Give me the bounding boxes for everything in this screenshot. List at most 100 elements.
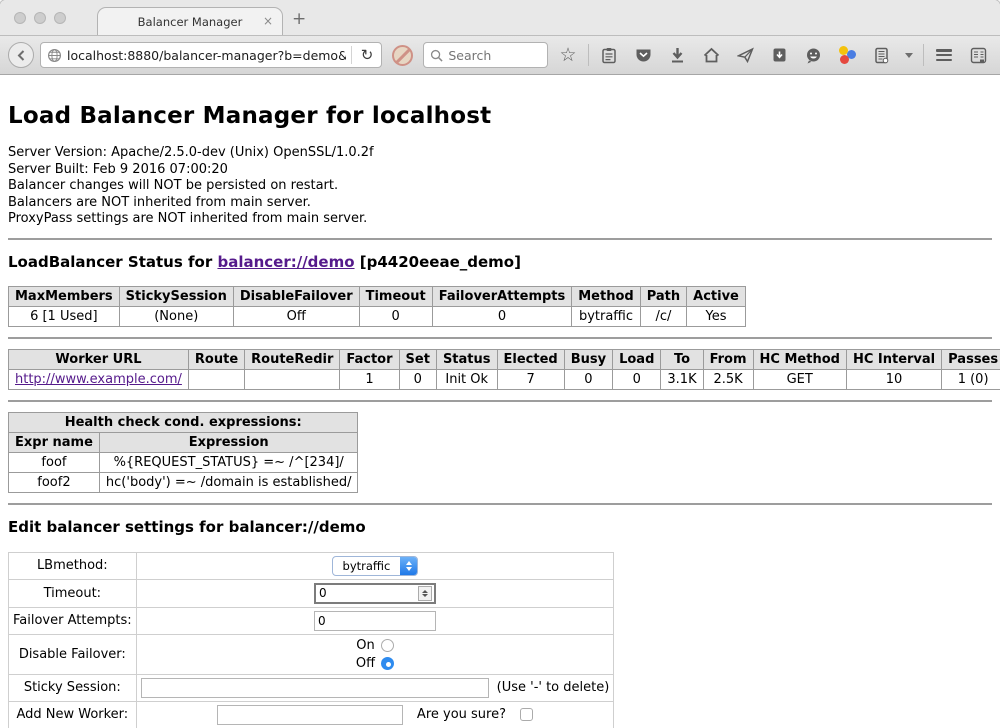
number-spinner-icon[interactable] bbox=[418, 586, 432, 601]
header-cell: MaxMembers bbox=[9, 286, 120, 306]
balancer-status-heading: LoadBalancer Status for balancer://demo … bbox=[8, 253, 992, 271]
value-cell: 1 (0) bbox=[942, 369, 1000, 389]
pocket-icon[interactable] bbox=[629, 41, 657, 69]
sticky-session-note: (Use '-' to delete) bbox=[497, 680, 610, 695]
tab-close-icon[interactable]: × bbox=[263, 14, 273, 28]
header-cell: Worker URL bbox=[9, 349, 189, 369]
lbmethod-selected-value: bytraffic bbox=[333, 557, 401, 575]
navigation-toolbar: localhost:8880/balancer-manager?b=demo&n… bbox=[0, 35, 1000, 75]
send-icon[interactable] bbox=[731, 41, 759, 69]
header-cell: FailoverAttempts bbox=[432, 286, 572, 306]
edit-balancer-form: LBmethod: bytraffic Timeout: 0 bbox=[8, 552, 614, 728]
notes-list-icon[interactable] bbox=[867, 41, 895, 69]
server-version-line: Server Version: Apache/2.5.0-dev (Unix) … bbox=[8, 145, 992, 162]
overflow-caret-icon[interactable] bbox=[901, 41, 917, 69]
worker-row: http://www.example.com/ 1 0 Init Ok 7 0 … bbox=[9, 369, 1000, 389]
search-input[interactable] bbox=[448, 48, 541, 63]
health-caption: Health check cond. expressions: bbox=[9, 412, 358, 432]
balancer-demo-link[interactable]: balancer://demo bbox=[217, 253, 354, 271]
radio-on-label: On bbox=[356, 638, 374, 653]
value-cell: 3.1K bbox=[661, 369, 703, 389]
note-line: Balancers are NOT inherited from main se… bbox=[8, 195, 992, 212]
tab-title: Balancer Manager bbox=[138, 15, 243, 29]
lbmethod-select[interactable]: bytraffic bbox=[332, 556, 419, 576]
value-cell bbox=[245, 369, 340, 389]
health-check-table: Health check cond. expressions: Expr nam… bbox=[8, 412, 358, 493]
back-arrow-icon bbox=[15, 49, 28, 62]
window-zoom-button[interactable] bbox=[54, 12, 66, 24]
value-cell: 1 bbox=[340, 369, 399, 389]
worker-url-link[interactable]: http://www.example.com/ bbox=[15, 372, 182, 387]
window-close-button[interactable] bbox=[14, 12, 26, 24]
note-line: Balancer changes will NOT be persisted o… bbox=[8, 178, 992, 195]
worker-table: Worker URL Route RouteRedir Factor Set S… bbox=[8, 349, 1000, 390]
save-to-device-icon[interactable] bbox=[765, 41, 793, 69]
home-icon[interactable] bbox=[697, 41, 725, 69]
are-you-sure-checkbox[interactable] bbox=[520, 708, 533, 721]
search-bar[interactable] bbox=[423, 42, 548, 68]
form-row-add-worker: Add New Worker: Are you sure? bbox=[9, 701, 614, 728]
reload-icon[interactable]: ↻ bbox=[357, 46, 378, 64]
health-expr-row: foof %{REQUEST_STATUS} =~ /^[234]/ bbox=[9, 452, 358, 472]
site-identity-globe-icon[interactable] bbox=[47, 48, 62, 63]
worker-url-cell: http://www.example.com/ bbox=[9, 369, 189, 389]
downloads-icon[interactable] bbox=[663, 41, 691, 69]
urlbar-divider bbox=[351, 46, 352, 64]
value-cell: 0 bbox=[613, 369, 661, 389]
value-cell: Off bbox=[233, 306, 359, 326]
header-cell: Status bbox=[436, 349, 497, 369]
expr-cell: %{REQUEST_STATUS} =~ /^[234]/ bbox=[99, 452, 358, 472]
value-cell: bytraffic bbox=[572, 306, 640, 326]
table-caption-row: Health check cond. expressions: bbox=[9, 412, 358, 432]
bookmarks-clipboard-icon[interactable] bbox=[595, 41, 623, 69]
tab-balancer-manager[interactable]: Balancer Manager × bbox=[97, 7, 283, 35]
value-cell: (None) bbox=[119, 306, 233, 326]
toolbar-separator bbox=[588, 44, 589, 66]
sticky-session-input[interactable] bbox=[141, 678, 489, 698]
content-block-icon[interactable] bbox=[392, 45, 413, 66]
header-cell: Set bbox=[399, 349, 436, 369]
expr-name-cell: foof2 bbox=[9, 472, 100, 492]
value-cell: 0 bbox=[359, 306, 432, 326]
value-cell: 0 bbox=[399, 369, 436, 389]
header-cell: HC Interval bbox=[846, 349, 941, 369]
server-built-line: Server Built: Feb 9 2016 07:00:20 bbox=[8, 162, 992, 179]
url-bar[interactable]: localhost:8880/balancer-manager?b=demo&n… bbox=[40, 42, 382, 68]
header-cell: Elected bbox=[497, 349, 564, 369]
sticky-session-label: Sticky Session: bbox=[9, 674, 137, 701]
header-cell: HC Method bbox=[753, 349, 846, 369]
window-controls bbox=[14, 12, 66, 24]
header-cell: Factor bbox=[340, 349, 399, 369]
menu-hamburger-icon[interactable] bbox=[930, 41, 958, 69]
disable-failover-label: Disable Failover: bbox=[9, 634, 137, 674]
value-cell: 6 [1 Used] bbox=[9, 306, 120, 326]
edit-settings-heading: Edit balancer settings for balancer://de… bbox=[8, 518, 992, 536]
expr-cell: hc('body') =~ /domain is established/ bbox=[99, 472, 358, 492]
value-cell: Init Ok bbox=[436, 369, 497, 389]
lbmethod-label: LBmethod: bbox=[9, 552, 137, 579]
bookmark-star-icon[interactable]: ☆ bbox=[554, 41, 582, 69]
radio-on[interactable] bbox=[381, 639, 394, 652]
feedback-smiley-icon[interactable] bbox=[799, 41, 827, 69]
window-minimize-button[interactable] bbox=[34, 12, 46, 24]
new-tab-button[interactable]: + bbox=[292, 9, 306, 29]
value-cell: 0 bbox=[564, 369, 612, 389]
value-cell: 2.5K bbox=[703, 369, 753, 389]
page-content: Load Balancer Manager for localhost Serv… bbox=[0, 75, 1000, 728]
section-divider bbox=[8, 238, 992, 240]
colored-dots-extension-icon[interactable] bbox=[833, 41, 861, 69]
failover-attempts-input[interactable] bbox=[314, 611, 436, 631]
header-cell: Expr name bbox=[9, 432, 100, 452]
failover-attempts-label: Failover Attempts: bbox=[9, 607, 137, 634]
timeout-input[interactable]: 0 bbox=[314, 583, 436, 604]
add-worker-input[interactable] bbox=[217, 705, 403, 725]
back-button[interactable] bbox=[8, 42, 34, 68]
url-text[interactable]: localhost:8880/balancer-manager?b=demo&n… bbox=[67, 48, 346, 63]
tab-groups-grid-icon[interactable] bbox=[964, 41, 992, 69]
radio-off[interactable] bbox=[381, 657, 394, 670]
header-cell: To bbox=[661, 349, 703, 369]
table-header-row: MaxMembers StickySession DisableFailover… bbox=[9, 286, 746, 306]
timeout-value: 0 bbox=[316, 586, 418, 600]
header-cell: Active bbox=[687, 286, 746, 306]
value-cell: 0 bbox=[432, 306, 572, 326]
